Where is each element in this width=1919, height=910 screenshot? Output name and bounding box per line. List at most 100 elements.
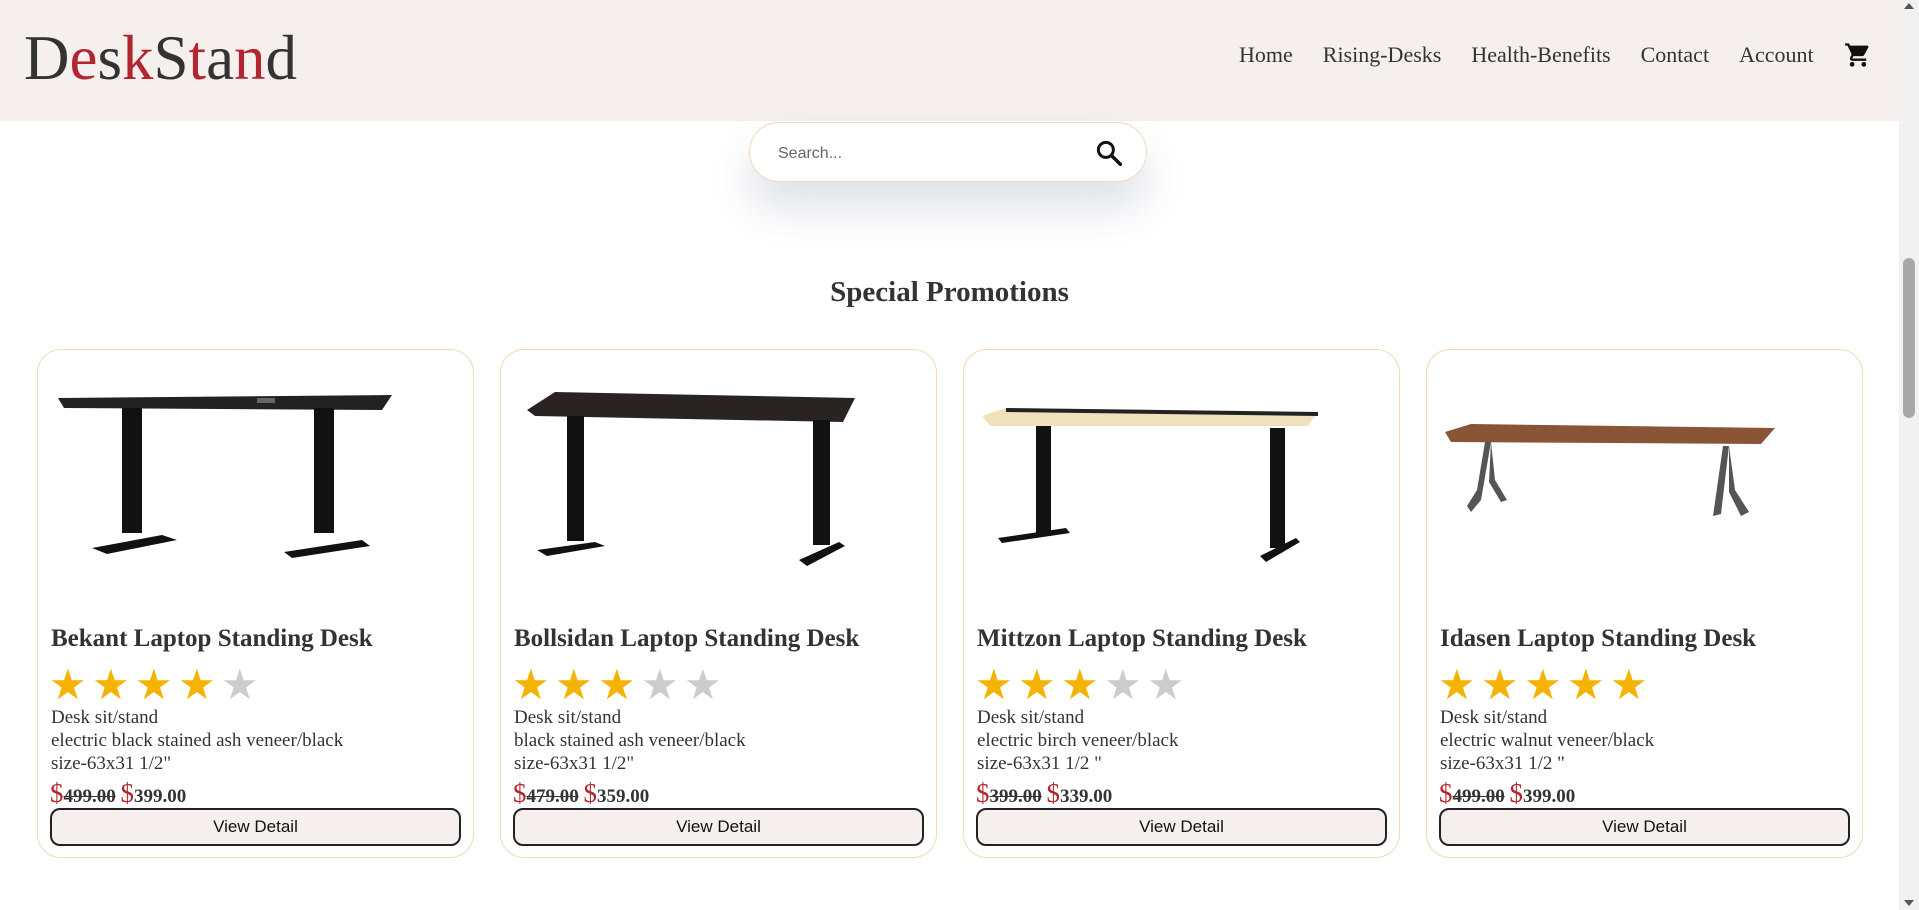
star-icon: ★ xyxy=(1524,660,1562,709)
rating-stars: ★ ★ ★ ★ ★ xyxy=(1438,664,1653,706)
product-card: Bollsidan Laptop Standing Desk ★ ★ ★ ★ ★… xyxy=(500,349,937,858)
star-icon: ★ xyxy=(1567,660,1605,709)
view-detail-button[interactable]: View Detail xyxy=(976,808,1387,846)
star-icon: ★ xyxy=(975,660,1013,709)
star-icon: ★ xyxy=(512,660,550,709)
logo-letter: d xyxy=(265,23,298,93)
desc-line: size-63x31 1/2" xyxy=(514,753,635,774)
old-price: 479.00 xyxy=(526,786,579,807)
product-description: Desk sit/stand electric black stained as… xyxy=(51,706,343,775)
product-card: Mittzon Laptop Standing Desk ★ ★ ★ ★ ★ D… xyxy=(963,349,1400,858)
logo-letter: t xyxy=(188,23,207,93)
old-price: 499.00 xyxy=(63,786,116,807)
product-title[interactable]: Bekant Laptop Standing Desk xyxy=(51,625,373,653)
section-title: Special Promotions xyxy=(830,276,1069,308)
star-icon: ★ xyxy=(1147,660,1185,709)
logo-letter: k xyxy=(122,23,154,93)
star-icon: ★ xyxy=(221,660,259,709)
search-input[interactable] xyxy=(776,138,1080,170)
page-scrollbar[interactable] xyxy=(1899,0,1919,910)
site-header: DeskStand Home Rising-Desks Health-Benef… xyxy=(0,0,1899,121)
view-detail-button[interactable]: View Detail xyxy=(1439,808,1850,846)
desc-line: Desk sit/stand xyxy=(51,707,159,728)
star-icon: ★ xyxy=(598,660,636,709)
logo-letter: S xyxy=(153,23,189,93)
desc-line: Desk sit/stand xyxy=(1440,707,1548,728)
site-logo[interactable]: DeskStand xyxy=(24,22,297,94)
currency-symbol: $ xyxy=(976,778,990,808)
star-icon: ★ xyxy=(641,660,679,709)
desc-line: size-63x31 1/2 " xyxy=(977,753,1102,774)
product-description: Desk sit/stand electric walnut veneer/bl… xyxy=(1440,706,1654,775)
search-bar xyxy=(749,122,1147,182)
star-icon: ★ xyxy=(1104,660,1142,709)
search-icon[interactable] xyxy=(1094,138,1124,168)
logo-letter: s xyxy=(97,23,122,93)
currency-symbol: $ xyxy=(1509,778,1524,808)
rating-stars: ★ ★ ★ ★ ★ xyxy=(49,664,264,706)
star-icon: ★ xyxy=(92,660,130,709)
star-icon: ★ xyxy=(135,660,173,709)
rating-stars: ★ ★ ★ ★ ★ xyxy=(512,664,727,706)
view-detail-button[interactable]: View Detail xyxy=(513,808,924,846)
product-image[interactable] xyxy=(978,370,1388,570)
nav-account[interactable]: Account xyxy=(1739,42,1814,68)
sale-price: 399.00 xyxy=(134,786,187,807)
product-image[interactable] xyxy=(1441,370,1851,570)
currency-symbol: $ xyxy=(50,778,64,808)
star-icon: ★ xyxy=(1438,660,1476,709)
desc-line: electric black stained ash veneer/black xyxy=(51,730,344,751)
star-icon: ★ xyxy=(49,660,87,709)
product-card: Idasen Laptop Standing Desk ★ ★ ★ ★ ★ De… xyxy=(1426,349,1863,858)
desc-line: electric birch veneer/black xyxy=(977,730,1179,751)
old-price: 499.00 xyxy=(1452,786,1505,807)
star-icon: ★ xyxy=(1018,660,1056,709)
product-card: Bekant Laptop Standing Desk ★ ★ ★ ★ ★ De… xyxy=(37,349,474,858)
currency-symbol: $ xyxy=(513,778,527,808)
nav-health-benefits[interactable]: Health-Benefits xyxy=(1471,42,1610,68)
old-price: 399.00 xyxy=(989,786,1042,807)
product-image[interactable] xyxy=(515,370,925,570)
logo-letter: n xyxy=(234,23,266,93)
price-block: $499.00 $399.00 xyxy=(50,778,186,809)
currency-symbol: $ xyxy=(120,778,135,808)
main-nav: Home Rising-Desks Health-Benefits Contac… xyxy=(1239,40,1872,70)
currency-symbol: $ xyxy=(1046,778,1061,808)
nav-home[interactable]: Home xyxy=(1239,42,1293,68)
price-block: $479.00 $359.00 xyxy=(513,778,649,809)
desc-line: black stained ash veneer/black xyxy=(514,730,746,751)
scroll-up-arrow-icon[interactable] xyxy=(1904,3,1914,9)
sale-price: 359.00 xyxy=(597,786,650,807)
product-title[interactable]: Bollsidan Laptop Standing Desk xyxy=(514,625,859,653)
product-description: Desk sit/stand electric birch veneer/bla… xyxy=(977,706,1179,775)
sale-price: 339.00 xyxy=(1060,786,1113,807)
currency-symbol: $ xyxy=(1439,778,1453,808)
desc-line: electric walnut veneer/black xyxy=(1440,730,1655,751)
sale-price: 399.00 xyxy=(1523,786,1576,807)
product-title[interactable]: Idasen Laptop Standing Desk xyxy=(1440,625,1756,653)
logo-letter: a xyxy=(206,23,235,93)
desc-line: Desk sit/stand xyxy=(514,707,622,728)
nav-rising-desks[interactable]: Rising-Desks xyxy=(1323,42,1442,68)
star-icon: ★ xyxy=(1610,660,1648,709)
scroll-down-arrow-icon[interactable] xyxy=(1904,900,1914,906)
nav-contact[interactable]: Contact xyxy=(1641,42,1709,68)
star-icon: ★ xyxy=(178,660,216,709)
rating-stars: ★ ★ ★ ★ ★ xyxy=(975,664,1190,706)
view-detail-button[interactable]: View Detail xyxy=(50,808,461,846)
star-icon: ★ xyxy=(684,660,722,709)
desc-line: size-63x31 1/2" xyxy=(51,753,172,774)
product-description: Desk sit/stand black stained ash veneer/… xyxy=(514,706,746,775)
star-icon: ★ xyxy=(1061,660,1099,709)
price-block: $499.00 $399.00 xyxy=(1439,778,1575,809)
product-image[interactable] xyxy=(52,370,462,570)
scrollbar-thumb[interactable] xyxy=(1903,258,1915,418)
desc-line: size-63x31 1/2 " xyxy=(1440,753,1565,774)
star-icon: ★ xyxy=(1481,660,1519,709)
price-block: $399.00 $339.00 xyxy=(976,778,1112,809)
logo-letter: e xyxy=(69,23,98,93)
cart-icon[interactable] xyxy=(1844,41,1872,69)
logo-letter: D xyxy=(24,23,70,93)
star-icon: ★ xyxy=(555,660,593,709)
product-title[interactable]: Mittzon Laptop Standing Desk xyxy=(977,625,1307,653)
